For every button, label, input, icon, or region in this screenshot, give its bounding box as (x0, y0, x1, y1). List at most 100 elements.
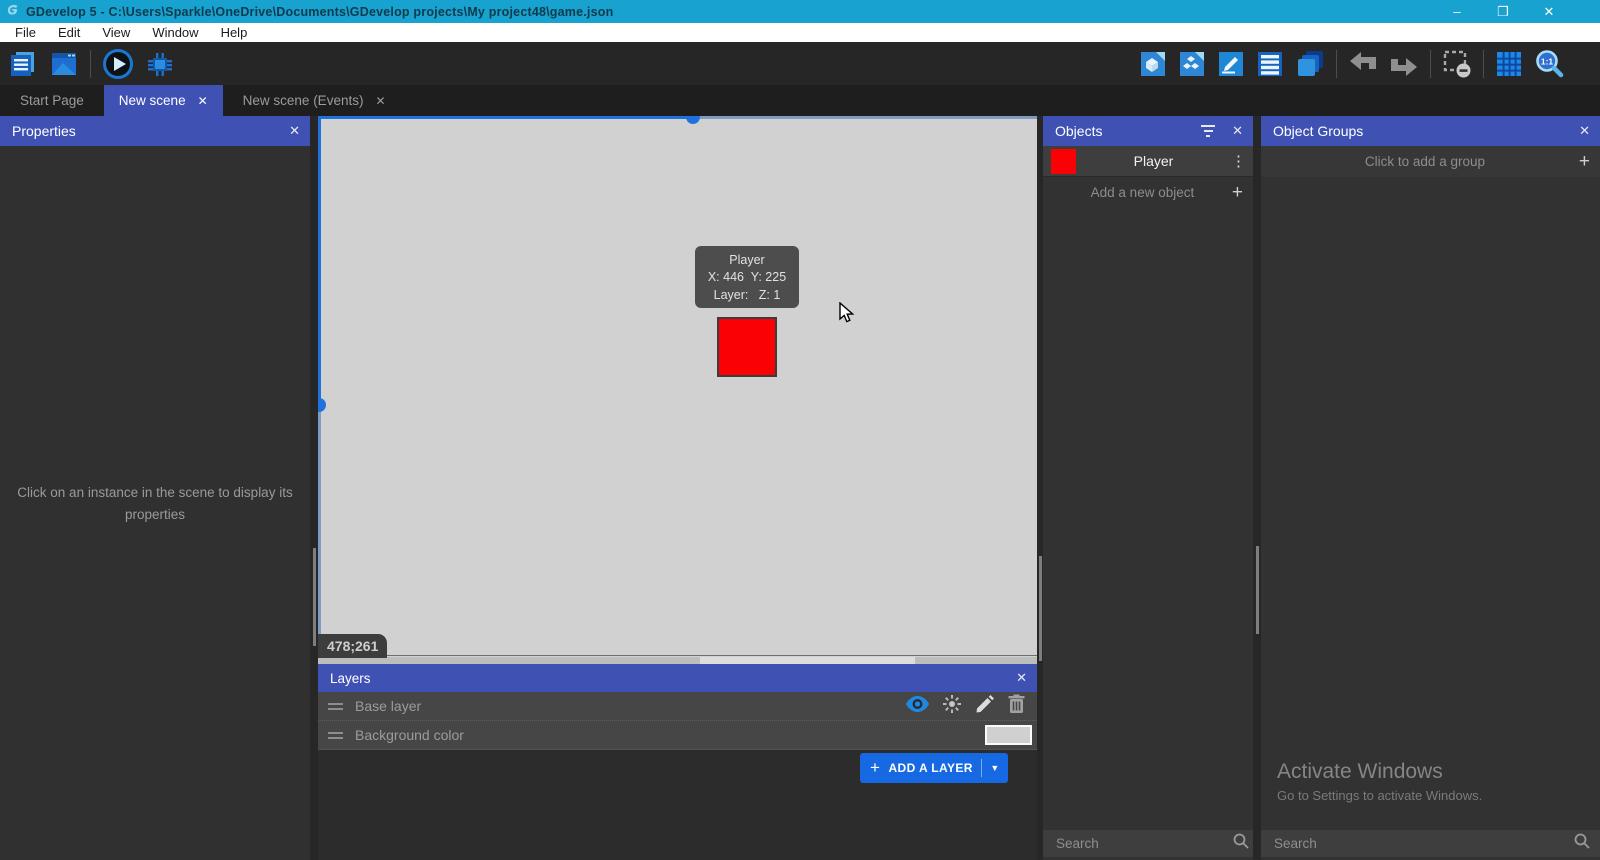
objects-search-input[interactable] (1056, 836, 1233, 851)
tab-label: New scene (Events) (243, 93, 364, 108)
object-row-player[interactable]: Player ⋮ (1043, 146, 1253, 177)
canvas-scroll-line-left (318, 116, 321, 405)
tab-new-scene-events[interactable]: New scene (Events) ✕ (223, 85, 406, 116)
panel-resizer[interactable] (1253, 116, 1261, 860)
instance-tooltip: Player X: 446 Y: 225 Layer: Z: 1 (695, 246, 799, 308)
objects-panel: Objects ✕ Player ⋮ Add a new object + (1043, 116, 1253, 860)
tooltip-object-name: Player (695, 252, 799, 269)
tab-close-icon[interactable]: ✕ (375, 94, 385, 108)
filter-icon[interactable] (1201, 125, 1215, 137)
add-object-row[interactable]: Add a new object + (1043, 177, 1253, 208)
tab-start-page[interactable]: Start Page (0, 85, 104, 116)
toolbar-separator (1336, 50, 1337, 78)
layer-row-base[interactable]: Base layer (318, 692, 1037, 721)
search-icon (1574, 833, 1590, 854)
groups-search-input[interactable] (1274, 836, 1574, 851)
tab-close-icon[interactable]: ✕ (198, 94, 208, 108)
layers-list: Base layer (318, 692, 1037, 750)
canvas-hscrollbar[interactable] (318, 657, 1037, 664)
add-object-icon[interactable] (1139, 50, 1167, 78)
properties-empty-message: Click on an instance in the scene to dis… (10, 482, 300, 525)
canvas-scroll-dot-left[interactable] (318, 398, 326, 412)
minimize-button[interactable]: – (1434, 0, 1480, 23)
tab-new-scene[interactable]: New scene ✕ (104, 85, 223, 116)
toolbar-separator (1430, 50, 1431, 78)
watermark-title: Activate Windows (1277, 760, 1482, 784)
menubar: File Edit View Window Help (0, 23, 1600, 42)
canvas-scroll-dot-top[interactable] (686, 116, 700, 124)
window-title: GDevelop 5 - C:\Users\Sparkle\OneDrive\D… (26, 5, 613, 19)
scene-canvas[interactable]: Player X: 446 Y: 225 Layer: Z: 1 478;261 (318, 116, 1037, 664)
tab-label: Start Page (20, 93, 84, 108)
close-icon[interactable]: ✕ (1579, 123, 1590, 139)
scrollbar-thumb[interactable] (313, 548, 316, 646)
tab-label: New scene (119, 93, 186, 108)
player-object-instance[interactable] (717, 317, 777, 377)
layer-row-actions (906, 694, 1027, 719)
scrollbar-thumb[interactable] (1256, 546, 1259, 634)
project-manager-icon[interactable] (8, 49, 38, 79)
cursor-coordinates: 478;261 (318, 634, 387, 658)
panel-resizer[interactable] (310, 116, 318, 860)
layers-header: Layers ✕ (318, 664, 1037, 692)
watermark-subtitle: Go to Settings to activate Windows. (1277, 788, 1482, 803)
plus-icon: + (1232, 182, 1243, 204)
main-area: Properties ✕ Click on an instance in the… (0, 116, 1600, 860)
layer-effects-icon[interactable] (942, 694, 962, 719)
toolbar: 1:1 (0, 42, 1600, 85)
kebab-menu-icon[interactable]: ⋮ (1231, 152, 1245, 170)
object-groups-panel: Object Groups ✕ Click to add a group + A… (1261, 116, 1600, 860)
add-group-row[interactable]: Click to add a group + (1261, 146, 1600, 177)
object-groups-icon[interactable] (1178, 50, 1206, 78)
toolbar-separator (1483, 50, 1484, 78)
object-name: Player (1076, 153, 1231, 169)
close-icon[interactable]: ✕ (289, 123, 300, 139)
drag-handle-icon[interactable] (328, 703, 343, 710)
layers-toolbar-icon[interactable] (1295, 49, 1325, 79)
instances-list-icon[interactable] (1256, 50, 1284, 78)
toolbar-left (8, 42, 175, 85)
maximize-button[interactable]: ❐ (1480, 0, 1526, 23)
clear-selection-icon[interactable] (1442, 49, 1472, 79)
object-thumbnail (1051, 149, 1076, 174)
menu-window[interactable]: Window (141, 23, 209, 42)
canvas-hscrollbar-thumb[interactable] (700, 657, 915, 664)
debug-icon[interactable] (145, 49, 175, 79)
tabbar: Start Page New scene ✕ New scene (Events… (0, 85, 1600, 116)
scrollbar-thumb[interactable] (1039, 556, 1042, 661)
redo-icon[interactable] (1389, 50, 1419, 78)
close-button[interactable]: ✕ (1526, 0, 1572, 23)
search-icon (1233, 833, 1249, 854)
chevron-down-icon[interactable]: ▼ (982, 763, 1008, 773)
play-button[interactable] (102, 48, 134, 80)
close-icon[interactable]: ✕ (1232, 123, 1243, 139)
drag-handle-icon[interactable] (328, 732, 343, 739)
add-layer-label: ADD A LAYER (880, 761, 981, 775)
toolbar-separator (90, 50, 91, 78)
menu-file[interactable]: File (4, 23, 47, 42)
tooltip-layer: Layer: Z: 1 (695, 287, 799, 304)
scene-window-border (318, 655, 1037, 656)
layer-row-background[interactable]: Background color (318, 721, 1037, 750)
menu-edit[interactable]: Edit (47, 23, 91, 42)
zoom-1-1-icon[interactable]: 1:1 (1534, 49, 1564, 79)
gdevelop-window: GDevelop 5 - C:\Users\Sparkle\OneDrive\D… (0, 0, 1600, 860)
close-icon[interactable]: ✕ (1016, 670, 1027, 686)
menu-help[interactable]: Help (210, 23, 259, 42)
layers-panel: Layers ✕ Base layer (318, 664, 1037, 860)
activate-windows-watermark: Activate Windows Go to Settings to activ… (1277, 760, 1482, 803)
edit-layer-pencil-icon[interactable] (975, 694, 995, 719)
edit-properties-icon[interactable] (1217, 50, 1245, 78)
canvas-scroll-line-left-bottom (318, 405, 321, 656)
menu-view[interactable]: View (91, 23, 141, 42)
start-page-icon[interactable] (49, 49, 79, 79)
background-color-swatch[interactable] (985, 725, 1032, 745)
window-controls: – ❐ ✕ (1434, 0, 1572, 23)
add-layer-button[interactable]: + ADD A LAYER ▼ (860, 753, 1008, 783)
delete-layer-trash-icon[interactable] (1008, 694, 1025, 719)
groups-searchbar (1261, 830, 1600, 857)
grid-icon[interactable] (1495, 50, 1523, 78)
layer-name: Base layer (355, 698, 906, 714)
visibility-eye-icon[interactable] (906, 696, 929, 717)
undo-icon[interactable] (1348, 50, 1378, 78)
